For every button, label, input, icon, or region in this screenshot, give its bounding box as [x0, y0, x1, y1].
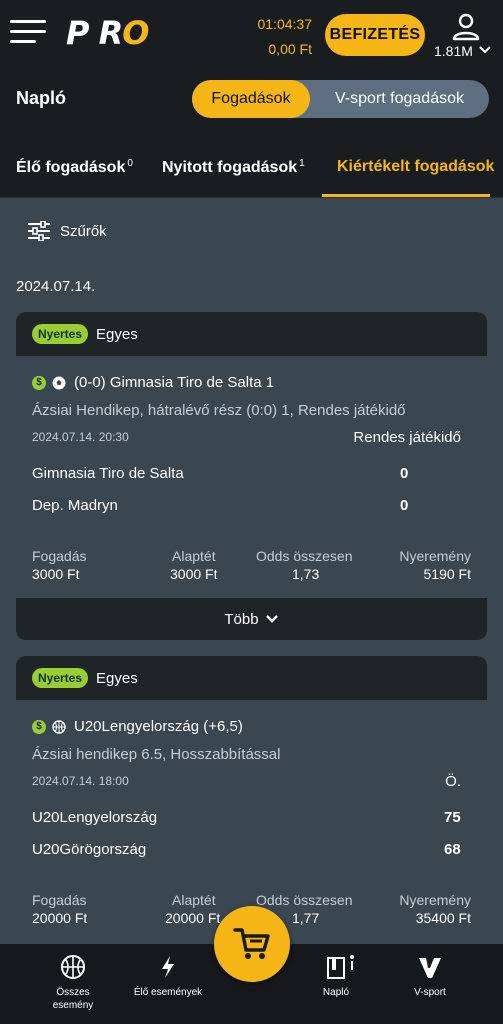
- soccer-ball-icon: [52, 376, 66, 389]
- base-stake-value: 3000 Ft: [170, 566, 218, 582]
- market-text: Ázsiai hendikep 6.5, Hosszabbítással: [32, 746, 281, 763]
- total-odds-label: Odds összesen: [256, 892, 353, 908]
- team-home: U20Lengyelország: [32, 809, 158, 826]
- basketball-icon: [52, 719, 66, 734]
- user-icon[interactable]: [451, 12, 481, 42]
- nav-vsport[interactable]: V-sport: [400, 944, 460, 1024]
- dollar-icon: $: [32, 375, 46, 390]
- winnings-value: 5190 Ft: [423, 566, 471, 582]
- bet-card[interactable]: Nyertes Egyes $ (0-0) Gimnasia Tiro de S…: [16, 312, 487, 640]
- user-balance[interactable]: 1.81M: [434, 43, 473, 59]
- stake-label: Fogadás: [32, 548, 87, 564]
- chevron-down-icon: [265, 615, 278, 623]
- journal-header: Napló Fogadások V-sport fogadások: [0, 70, 503, 128]
- score-home: 0: [400, 465, 409, 482]
- bet-slip-button[interactable]: [214, 906, 290, 982]
- filter-button[interactable]: Szűrők: [28, 221, 107, 241]
- lightning-icon: [162, 956, 174, 978]
- clock: 01:04:37: [257, 16, 313, 32]
- score-away: 68: [444, 841, 461, 858]
- bet-card-header: Nyertes Egyes: [16, 656, 487, 700]
- segment-bets[interactable]: Fogadások: [192, 80, 310, 118]
- logo[interactable]: P RO: [66, 14, 149, 52]
- status-badge: Nyertes: [32, 668, 89, 688]
- total-odds-value: 1,73: [292, 566, 320, 582]
- tab-live-bets[interactable]: Élő fogadások 0: [16, 158, 133, 177]
- tab-open-bets[interactable]: Nyitott fogadások 1: [162, 158, 305, 177]
- more-button[interactable]: Több: [16, 598, 487, 640]
- event-date: 2024.07.14. 18:00: [32, 774, 129, 788]
- stake-label: Fogadás: [32, 892, 87, 908]
- stake-value: 3000 Ft: [32, 566, 80, 582]
- journal-icon: [327, 955, 354, 979]
- tabs: Élő fogadások 0 Nyitott fogadások 1 Kiérté…: [0, 128, 503, 198]
- stake-value: 20000 Ft: [32, 910, 88, 926]
- winnings-label: Nyeremény: [399, 892, 471, 908]
- bet-type-switch[interactable]: Fogadások V-sport fogadások: [192, 80, 489, 118]
- basketball-icon: [61, 955, 85, 979]
- cart-icon: [233, 928, 270, 959]
- nav-journal[interactable]: Napló: [306, 944, 366, 1024]
- menu-icon[interactable]: [10, 20, 48, 46]
- filter-label: Szűrők: [60, 222, 107, 240]
- bet-card-header: Nyertes Egyes: [16, 312, 487, 356]
- base-stake-label: Alaptét: [172, 892, 216, 908]
- top-bar: P RO 01:04:37 0,00 Ft BEFIZETÉS 1.81M: [0, 0, 503, 70]
- balance: 0,00 Ft: [268, 41, 312, 57]
- vsport-icon: [419, 958, 441, 978]
- market-text: Ázsiai Hendikep, hátralévő rész (0:0) 1,…: [32, 402, 406, 419]
- team-away: U20Görögország: [32, 841, 147, 858]
- nav-live-events[interactable]: Élő események: [126, 944, 210, 1024]
- bet-type: Egyes: [96, 669, 138, 687]
- team-away: Dep. Madryn: [32, 497, 118, 514]
- base-stake-label: Alaptét: [172, 548, 216, 564]
- event-date: 2024.07.14. 20:30: [32, 430, 129, 444]
- filter-icon: [28, 221, 50, 241]
- tab-settled-bets[interactable]: Kiértékelt fogadások: [337, 158, 494, 176]
- score-away: 0: [400, 497, 409, 514]
- bet-card-body: $ (0-0) Gimnasia Tiro de Salta 1 Ázsiai …: [16, 356, 487, 640]
- period-label: Rendes játékidő: [353, 429, 461, 446]
- score-home: 75: [444, 809, 461, 826]
- total-odds-value: 1,77: [292, 910, 320, 926]
- selection-line: $ (0-0) Gimnasia Tiro de Salta 1: [32, 374, 274, 391]
- total-odds-label: Odds összesen: [256, 548, 353, 564]
- selection-line: $ U20Lengyelország (+6,5): [32, 718, 243, 735]
- status-badge: Nyertes: [32, 324, 89, 344]
- chevron-down-icon[interactable]: [478, 44, 492, 56]
- segment-vsport-bets[interactable]: V-sport fogadások: [310, 80, 489, 118]
- team-home: Gimnasia Tiro de Salta: [32, 465, 184, 482]
- period-label: Ö.: [445, 773, 461, 790]
- page-title: Napló: [16, 88, 67, 108]
- deposit-button[interactable]: BEFIZETÉS: [325, 14, 425, 56]
- bet-type: Egyes: [96, 325, 138, 343]
- nav-all-events[interactable]: Összes esemény: [38, 944, 108, 1024]
- date-heading: 2024.07.14.: [16, 278, 96, 295]
- base-stake-value: 20000 Ft: [165, 910, 221, 926]
- active-tab-indicator: [322, 194, 490, 197]
- winnings-label: Nyeremény: [399, 548, 471, 564]
- dollar-icon: $: [32, 719, 46, 734]
- winnings-value: 35400 Ft: [415, 910, 471, 926]
